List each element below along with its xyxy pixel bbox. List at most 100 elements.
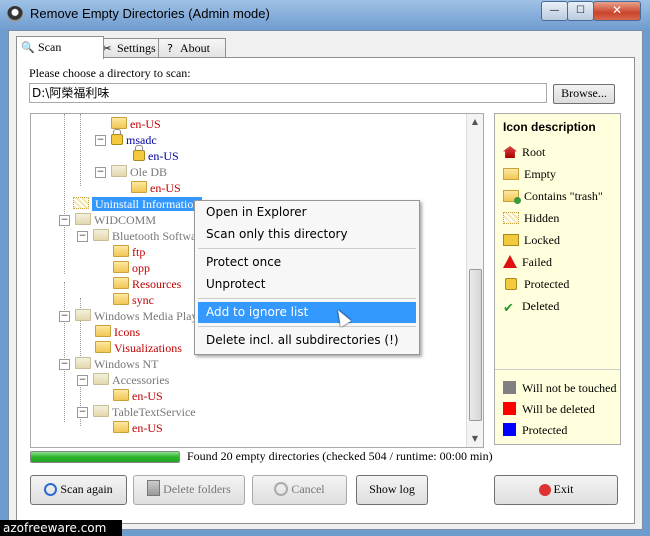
- folder-icon: [93, 373, 109, 385]
- maximize-button[interactable]: ☐: [567, 1, 594, 21]
- tree-item[interactable]: Icons: [95, 324, 140, 340]
- button-label: Show log: [369, 482, 415, 496]
- menu-separator: [198, 298, 416, 299]
- tree-item[interactable]: − TableTextService: [77, 404, 196, 420]
- scroll-down-icon[interactable]: ▼: [467, 431, 483, 447]
- tree-item[interactable]: − Bluetooth Softwa: [77, 228, 196, 244]
- tree-scrollbar[interactable]: ▲ ▼: [466, 114, 483, 447]
- menu-item-scan-only-this-directory[interactable]: Scan only this directory: [198, 224, 416, 245]
- tree-item-label: en-US: [148, 149, 179, 163]
- tree-item-label: sync: [132, 293, 154, 307]
- collapse-icon[interactable]: −: [59, 311, 70, 322]
- folder-icon: [111, 165, 127, 177]
- magnifier-icon: [44, 483, 58, 496]
- tree-item[interactable]: − WIDCOMM: [59, 212, 156, 228]
- help-icon: ?: [167, 42, 173, 55]
- tree-item-selected[interactable]: Uninstall Information: [73, 196, 203, 212]
- tree-item[interactable]: − msadc: [95, 129, 157, 148]
- tree-guide-line: [80, 114, 81, 186]
- collapse-icon[interactable]: −: [77, 407, 88, 418]
- tree-item-label: Uninstall Information: [92, 197, 203, 211]
- tree-item[interactable]: − Windows Media Playe: [59, 308, 203, 324]
- directory-input[interactable]: D:\阿榮福利味: [29, 83, 547, 103]
- button-label: Cancel: [291, 482, 325, 496]
- folder-icon: [131, 181, 147, 193]
- menu-item-protect-once[interactable]: Protect once: [198, 252, 416, 273]
- menu-item-unprotect[interactable]: Unprotect: [198, 274, 416, 295]
- tree-item[interactable]: ftp: [113, 244, 145, 260]
- tree-item[interactable]: opp: [113, 260, 150, 276]
- tab-about[interactable]: ? About: [158, 38, 226, 58]
- tree-item[interactable]: − Accessories: [77, 372, 169, 388]
- tree-item-label: Windows Media Playe: [94, 309, 203, 323]
- progress-fill: [31, 452, 179, 462]
- lock-icon: [111, 129, 123, 145]
- folder-icon: [75, 309, 91, 321]
- legend-label: Protected: [522, 423, 568, 437]
- icon-description-panel: Icon description Root Empty Contains "tr…: [494, 113, 621, 445]
- tree-item[interactable]: Visualizations: [95, 340, 182, 356]
- minimize-button[interactable]: —: [541, 1, 568, 21]
- folder-icon: [113, 421, 129, 433]
- tree-item[interactable]: Resources: [113, 276, 181, 292]
- padlock-icon: [505, 278, 517, 290]
- menu-item-open-in-explorer[interactable]: Open in Explorer: [198, 202, 416, 223]
- button-label: Exit: [553, 482, 574, 496]
- window-title: Remove Empty Directories (Admin mode): [30, 6, 270, 21]
- tab-scan[interactable]: 🔍 Scan: [16, 36, 104, 59]
- collapse-icon[interactable]: −: [95, 167, 106, 178]
- status-text: Found 20 empty directories (checked 504 …: [187, 449, 493, 463]
- tree-item[interactable]: en-US: [133, 145, 179, 164]
- tree-item-label: Bluetooth Softwa: [112, 229, 197, 243]
- tree-item[interactable]: − Windows NT: [59, 356, 159, 372]
- menu-item-delete-incl-subdirectories[interactable]: Delete incl. all subdirectories (!): [198, 330, 416, 351]
- icon-description-label: Root: [522, 145, 546, 159]
- collapse-icon[interactable]: −: [95, 135, 106, 146]
- show-log-button[interactable]: Show log: [356, 475, 428, 505]
- collapse-icon[interactable]: −: [77, 375, 88, 386]
- legend-label: Will be deleted: [522, 402, 595, 416]
- delete-folders-button[interactable]: Delete folders: [133, 475, 245, 505]
- icon-description-label: Failed: [522, 255, 552, 269]
- tree-item[interactable]: sync: [113, 292, 154, 308]
- folder-icon: [113, 261, 129, 273]
- tree-item-label: Icons: [114, 325, 140, 339]
- locked-folder-icon: [503, 234, 519, 246]
- empty-folder-icon: [503, 168, 519, 180]
- tree-item-label: en-US: [150, 181, 181, 195]
- tree-item[interactable]: en-US: [113, 388, 163, 404]
- browse-button[interactable]: Browse...: [553, 84, 615, 104]
- button-label: Scan again: [60, 482, 113, 496]
- hidden-folder-icon: [503, 212, 519, 224]
- tree-item[interactable]: en-US: [131, 180, 181, 196]
- collapse-icon[interactable]: −: [77, 231, 88, 242]
- trash-folder-icon: [503, 190, 521, 204]
- menu-item-add-to-ignore-list[interactable]: Add to ignore list: [198, 302, 416, 323]
- scroll-thumb[interactable]: [469, 269, 482, 421]
- tree-item-label: Accessories: [112, 373, 170, 387]
- tree-item-label: en-US: [132, 421, 163, 435]
- legend-label: Will not be touched: [522, 381, 617, 395]
- tree-guide-line: [64, 114, 65, 274]
- icon-description-item: Protected: [503, 276, 569, 292]
- legend-item: Will not be touched: [503, 380, 617, 396]
- scan-again-button[interactable]: Scan again: [30, 475, 127, 505]
- tree-item[interactable]: en-US: [113, 420, 163, 436]
- icon-description-item: Root: [503, 144, 545, 160]
- tab-settings[interactable]: ✂ Settings: [95, 38, 167, 58]
- folder-icon: [113, 245, 129, 257]
- hidden-folder-icon: [73, 197, 89, 209]
- app-icon: [7, 6, 23, 22]
- icon-description-label: Protected: [524, 277, 570, 291]
- icon-description-item: Empty: [503, 166, 556, 182]
- red-swatch: [503, 402, 516, 415]
- scroll-up-icon[interactable]: ▲: [467, 114, 483, 130]
- title-bar[interactable]: Remove Empty Directories (Admin mode) — …: [0, 0, 650, 30]
- folder-icon: [113, 389, 129, 401]
- tree-item[interactable]: − Ole DB: [95, 164, 167, 180]
- cancel-button[interactable]: Cancel: [252, 475, 347, 505]
- close-button[interactable]: ✕: [593, 1, 641, 21]
- collapse-icon[interactable]: −: [59, 215, 70, 226]
- exit-button[interactable]: Exit: [494, 475, 618, 505]
- collapse-icon[interactable]: −: [59, 359, 70, 370]
